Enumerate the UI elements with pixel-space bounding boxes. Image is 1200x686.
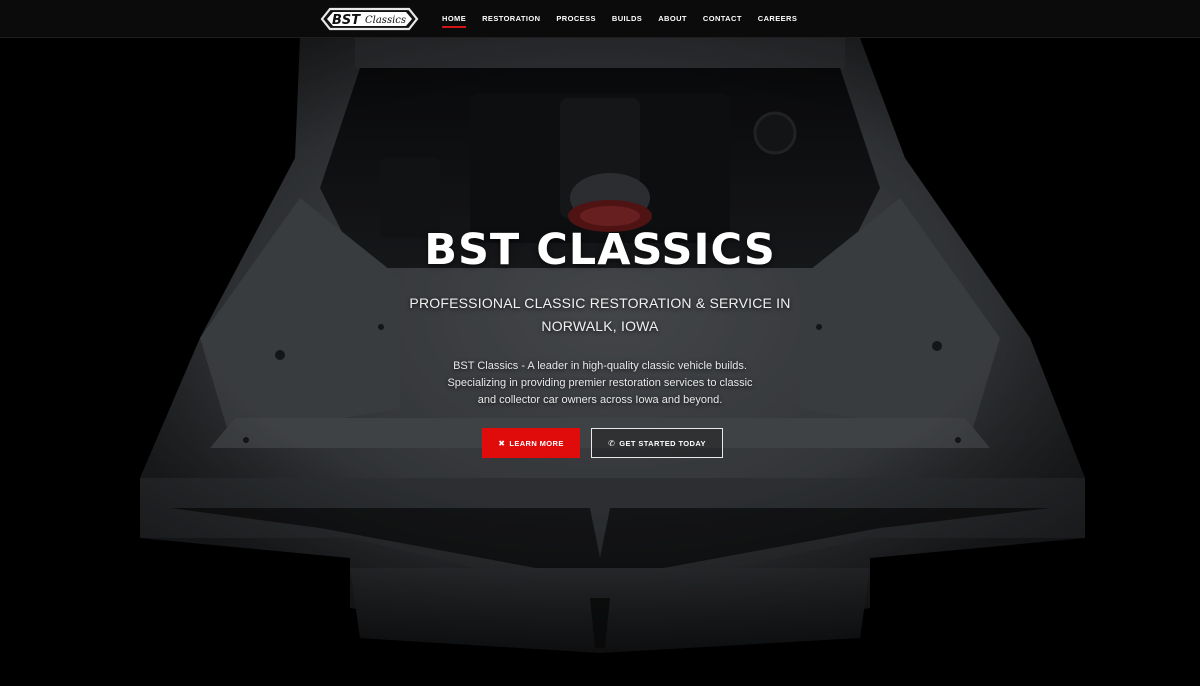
hero-description-line-2: Specializing in providing premier restor…	[447, 377, 753, 389]
nav-careers[interactable]: CAREERS	[758, 0, 797, 38]
nav-contact[interactable]: CONTACT	[703, 0, 742, 38]
nav-about[interactable]: ABOUT	[658, 0, 687, 38]
learn-more-button[interactable]: ✖ LEARN MORE	[482, 428, 580, 458]
get-started-today-button[interactable]: ✆ GET STARTED TODAY	[591, 428, 723, 458]
hero-subtitle: PROFESSIONAL CLASSIC RESTORATION & SERVI…	[0, 292, 1200, 338]
phone-icon: ✆	[608, 438, 616, 448]
hero-description-line-1: BST Classics - A leader in high-quality …	[453, 360, 747, 372]
nav-process[interactable]: PROCESS	[556, 0, 595, 38]
bst-classics-logo-graphic: BST Classics	[320, 7, 419, 31]
wrench-cross-icon: ✖	[498, 438, 506, 448]
hero-description-line-3: and collector car owners across Iowa and…	[477, 394, 723, 406]
svg-text:Classics: Classics	[365, 15, 406, 26]
top-navigation-bar: BST Classics HOME RESTORATION PROCESS BU…	[0, 0, 1200, 38]
hero-subtitle-line-1: PROFESSIONAL CLASSIC RESTORATION & SERVI…	[409, 295, 791, 311]
hero-subtitle-line-2: NORWALK, IOWA	[541, 318, 659, 334]
bst-classics-logo[interactable]: BST Classics	[318, 6, 421, 32]
nav-builds[interactable]: BUILDS	[612, 0, 642, 38]
nav-restoration[interactable]: RESTORATION	[482, 0, 540, 38]
get-started-label: GET STARTED TODAY	[619, 438, 706, 448]
main-menu: HOME RESTORATION PROCESS BUILDS ABOUT CO…	[442, 0, 813, 38]
hero-section: BST CLASSICS PROFESSIONAL CLASSIC RESTOR…	[0, 38, 1200, 686]
hero-title: BST CLASSICS	[424, 225, 776, 275]
learn-more-label: LEARN MORE	[509, 438, 564, 448]
hero-description: BST Classics - A leader in high-quality …	[0, 358, 1200, 409]
nav-home[interactable]: HOME	[442, 0, 467, 38]
svg-text:BST: BST	[332, 13, 361, 28]
